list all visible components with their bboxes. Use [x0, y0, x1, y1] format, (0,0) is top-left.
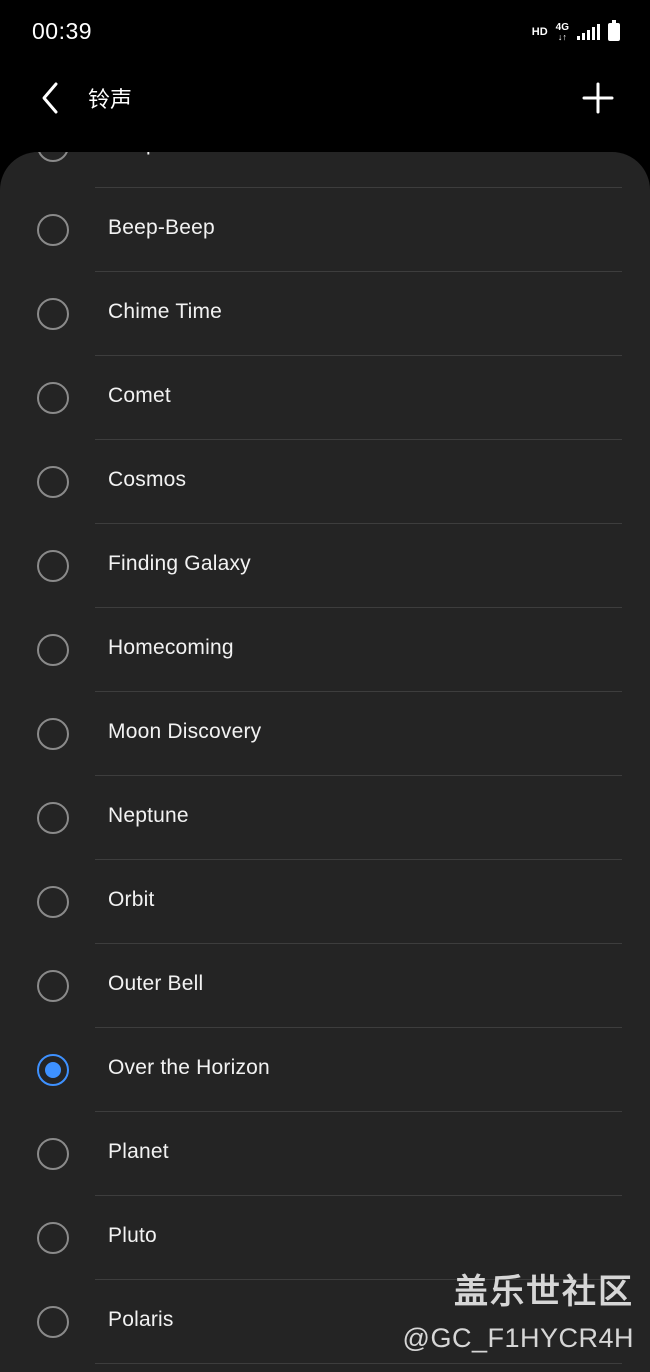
radio-unselected-icon[interactable]: [37, 802, 69, 834]
ringtone-label: Polaris: [108, 1308, 174, 1331]
radio-unselected-icon[interactable]: [37, 298, 69, 330]
ringtone-row[interactable]: Outer Bell: [0, 944, 650, 1028]
radio-unselected-icon[interactable]: [37, 214, 69, 246]
ringtone-label: Beep Once: [108, 152, 215, 156]
ringtone-label: Cosmos: [108, 468, 187, 491]
ringtone-label: Orbit: [108, 888, 155, 911]
status-time: 00:39: [32, 18, 93, 44]
network-indicator: 4G ↓↑: [555, 21, 569, 42]
radio-unselected-icon[interactable]: [37, 718, 69, 750]
ringtone-label: Planet: [108, 1140, 169, 1163]
ringtone-row[interactable]: Homecoming: [0, 608, 650, 692]
add-ringtone-button[interactable]: [576, 76, 620, 120]
ringtone-label: Pluto: [108, 1224, 157, 1247]
ringtone-list: Beep Once Beep-Beep Chime Time Comet Cosmos F…: [0, 152, 650, 1364]
radio-unselected-icon[interactable]: [37, 1306, 69, 1338]
network-arrows-icon: ↓↑: [557, 31, 567, 42]
radio-unselected-icon[interactable]: [37, 550, 69, 582]
radio-unselected-icon[interactable]: [37, 152, 69, 162]
back-chevron-icon: [42, 82, 58, 114]
ringtone-label: Comet: [108, 384, 171, 407]
page-title: 铃声: [88, 88, 133, 113]
radio-unselected-icon[interactable]: [37, 1138, 69, 1170]
ringtone-label: Beep-Beep: [108, 216, 215, 239]
radio-unselected-icon[interactable]: [37, 1222, 69, 1254]
radio-unselected-icon[interactable]: [37, 382, 69, 414]
ringtone-list-card: Beep Once Beep-Beep Chime Time Comet Cosmos F…: [0, 152, 650, 1372]
ringtone-label: Chime Time: [108, 300, 223, 323]
ringtone-row[interactable]: Beep Once: [0, 152, 650, 188]
watermark: 盖乐世社区 @GC_F1HYCR4H: [403, 1264, 634, 1354]
ringtone-label: Homecoming: [108, 636, 234, 659]
ringtone-row[interactable]: Chime Time: [0, 272, 650, 356]
ringtone-row[interactable]: Over the Horizon: [0, 1028, 650, 1112]
row-divider: [95, 1363, 622, 1364]
watermark-title: 盖乐世社区: [454, 1272, 634, 1312]
battery-icon: [608, 20, 620, 41]
ringtone-row[interactable]: Beep-Beep: [0, 188, 650, 272]
radio-unselected-icon[interactable]: [37, 970, 69, 1002]
ringtone-label: Neptune: [108, 804, 189, 827]
ringtone-row[interactable]: Orbit: [0, 860, 650, 944]
ringtone-row[interactable]: Planet: [0, 1112, 650, 1196]
ringtone-row[interactable]: Finding Galaxy: [0, 524, 650, 608]
ringtone-label: Finding Galaxy: [108, 552, 251, 575]
plus-icon: [582, 82, 614, 114]
back-button[interactable]: [30, 78, 70, 118]
status-bar: 00:39 HD 4G ↓↑: [0, 0, 650, 62]
network-type: 4G: [555, 21, 569, 33]
app-bar: 铃声: [0, 62, 650, 152]
radio-selected-icon[interactable]: [37, 1054, 69, 1086]
ringtone-row[interactable]: Moon Discovery: [0, 692, 650, 776]
ringtone-row[interactable]: Cosmos: [0, 440, 650, 524]
ringtone-label: Moon Discovery: [108, 720, 262, 743]
ringtone-row[interactable]: Comet: [0, 356, 650, 440]
radio-unselected-icon[interactable]: [37, 466, 69, 498]
signal-icon: [577, 24, 600, 40]
ringtone-label: Over the Horizon: [108, 1056, 270, 1079]
radio-unselected-icon[interactable]: [37, 634, 69, 666]
watermark-handle: @GC_F1HYCR4H: [402, 1323, 634, 1353]
hd-indicator: HD: [531, 26, 548, 38]
status-icons: HD 4G ↓↑: [532, 20, 620, 44]
ringtone-row[interactable]: Neptune: [0, 776, 650, 860]
ringtone-label: Outer Bell: [108, 972, 204, 995]
radio-unselected-icon[interactable]: [37, 886, 69, 918]
